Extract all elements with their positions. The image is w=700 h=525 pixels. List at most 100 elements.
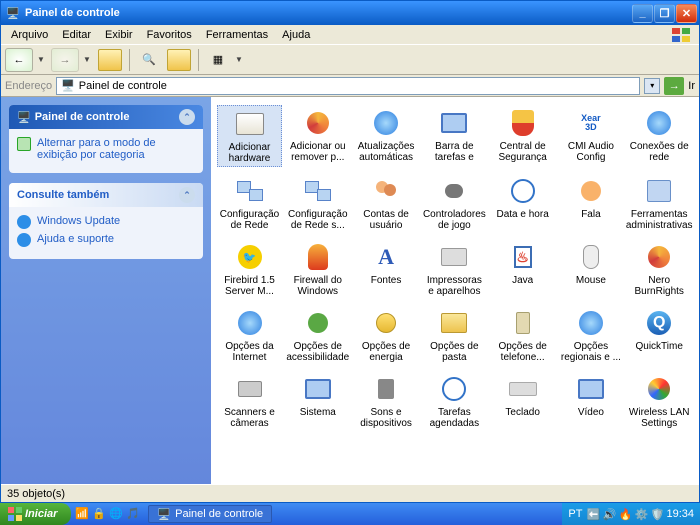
- cpl-item[interactable]: ♨Java: [490, 239, 555, 299]
- forward-button[interactable]: →: [51, 48, 79, 72]
- quick-launch: 📶 🔒 🌐 🎵: [71, 507, 144, 521]
- views-dropdown[interactable]: ▼: [235, 55, 245, 64]
- cpl-item[interactable]: Opções de energia: [354, 305, 419, 365]
- cpl-item[interactable]: Conexões de rede: [627, 105, 692, 167]
- icon-grid: Adicionar hardwareAdicionar ou remover p…: [217, 105, 693, 431]
- cpl-item[interactable]: Configuração de Rede: [217, 173, 282, 233]
- cpl-item[interactable]: Central de Segurança: [490, 105, 555, 167]
- cpl-item[interactable]: Vídeo: [558, 371, 623, 431]
- address-label: Endereço: [5, 80, 52, 92]
- cpl-item[interactable]: QQuickTime: [627, 305, 692, 365]
- menu-ferramentas[interactable]: Ferramentas: [200, 27, 274, 43]
- panel-main-header[interactable]: 🖥️Painel de controle ⌃: [9, 105, 203, 129]
- task-label: Painel de controle: [175, 508, 263, 520]
- folder-icon: [438, 307, 470, 339]
- cpl-item-label: Sons e dispositivos ...: [356, 407, 417, 429]
- back-dropdown[interactable]: ▼: [37, 55, 47, 64]
- menu-arquivo[interactable]: Arquivo: [5, 27, 54, 43]
- views-button[interactable]: ▦: [205, 47, 231, 73]
- cpl-item[interactable]: Adicionar hardware: [217, 105, 282, 167]
- panel-also-header[interactable]: Consulte também ⌃: [9, 183, 203, 207]
- cpl-item[interactable]: Xear 3DCMI Audio Config: [558, 105, 623, 167]
- cpl-item[interactable]: 🐦Firebird 1.5 Server M...: [217, 239, 282, 299]
- cd-icon: [643, 241, 675, 273]
- globe-icon: [370, 107, 402, 139]
- status-bar: 35 objeto(s): [1, 484, 699, 502]
- cpl-item-label: Configuração de Rede: [219, 209, 280, 231]
- cpl-item-label: Nero BurnRights: [629, 275, 690, 297]
- cpl-item[interactable]: Ferramentas administrativas: [627, 173, 692, 233]
- cpl-item[interactable]: Mouse: [558, 239, 623, 299]
- printer-icon: [438, 241, 470, 273]
- cpl-item[interactable]: Nero BurnRights: [627, 239, 692, 299]
- cpl-item[interactable]: Opções da Internet: [217, 305, 282, 365]
- tray-icon[interactable]: ⚙️: [634, 508, 646, 520]
- cpl-item-label: Configuração de Rede s...: [287, 209, 348, 231]
- panel-also: Consulte também ⌃ Windows Update Ajuda e…: [9, 183, 203, 259]
- cpl-item[interactable]: Contas de usuário: [354, 173, 419, 233]
- cpl-item-label: Java: [512, 275, 533, 286]
- address-input[interactable]: 🖥️ Painel de controle: [56, 77, 640, 95]
- font-icon: A: [370, 241, 402, 273]
- cpl-item[interactable]: Adicionar ou remover p...: [285, 105, 350, 167]
- cpl-item[interactable]: Data e hora: [490, 173, 555, 233]
- close-button[interactable]: ✕: [676, 4, 697, 23]
- cpl-item[interactable]: Scanners e câmeras: [217, 371, 282, 431]
- cpl-item-label: Tarefas agendadas: [424, 407, 485, 429]
- cpl-item[interactable]: Sistema: [285, 371, 350, 431]
- go-button[interactable]: →: [664, 77, 684, 95]
- menu-ajuda[interactable]: Ajuda: [276, 27, 316, 43]
- menu-favoritos[interactable]: Favoritos: [141, 27, 198, 43]
- box-icon: [234, 108, 266, 140]
- clock[interactable]: 19:34: [666, 508, 694, 520]
- cpl-item[interactable]: Teclado: [490, 371, 555, 431]
- cpl-item[interactable]: Configuração de Rede s...: [285, 173, 350, 233]
- cpl-item[interactable]: Tarefas agendadas: [422, 371, 487, 431]
- titlebar[interactable]: 🖥️ Painel de controle _ ❐ ✕: [1, 1, 699, 25]
- minimize-button[interactable]: _: [632, 4, 653, 23]
- menu-editar[interactable]: Editar: [56, 27, 97, 43]
- cpl-item[interactable]: Barra de tarefas e me...: [422, 105, 487, 167]
- cpl-item[interactable]: Firewall do Windows: [285, 239, 350, 299]
- back-button[interactable]: ←: [5, 48, 33, 72]
- taskbar-task[interactable]: 🖥️ Painel de controle: [148, 505, 272, 523]
- ql-icon[interactable]: 🌐: [109, 507, 123, 521]
- cpl-item[interactable]: Impressoras e aparelhos d...: [422, 239, 487, 299]
- collapse-icon[interactable]: ⌃: [179, 187, 195, 203]
- address-dropdown[interactable]: ▾: [644, 78, 660, 94]
- cpl-item[interactable]: Opções de acessibilidade: [285, 305, 350, 365]
- separator: [129, 49, 130, 71]
- switch-view-link[interactable]: Alternar para o modo de exibição por cat…: [17, 135, 195, 163]
- ql-icon[interactable]: 🎵: [126, 507, 140, 521]
- control-panel-icon: 🖥️: [157, 508, 171, 521]
- windows-update-link[interactable]: Windows Update: [17, 213, 195, 231]
- search-button[interactable]: 🔍: [136, 47, 162, 73]
- forward-dropdown[interactable]: ▼: [83, 55, 93, 64]
- collapse-icon[interactable]: ⌃: [179, 109, 195, 125]
- ql-icon[interactable]: 🔒: [92, 507, 106, 521]
- folders-button[interactable]: [166, 47, 192, 73]
- cpl-item[interactable]: Opções de pasta: [422, 305, 487, 365]
- cpl-item-label: Firewall do Windows: [287, 275, 348, 297]
- language-indicator[interactable]: PT: [568, 508, 582, 520]
- cpl-item[interactable]: Fala: [558, 173, 623, 233]
- tray-icon[interactable]: 🔊: [602, 508, 614, 520]
- cpl-item[interactable]: Wireless LAN Settings: [627, 371, 692, 431]
- monitor-icon: [575, 373, 607, 405]
- tray-icon[interactable]: ⬅️: [586, 508, 598, 520]
- up-button[interactable]: [97, 47, 123, 73]
- cpl-item[interactable]: Sons e dispositivos ...: [354, 371, 419, 431]
- ql-icon[interactable]: 📶: [75, 507, 89, 521]
- cpl-item[interactable]: AFontes: [354, 239, 419, 299]
- menu-exibir[interactable]: Exibir: [99, 27, 139, 43]
- tray-icon[interactable]: 🛡️: [650, 508, 662, 520]
- tray-icon[interactable]: 🔥: [618, 508, 630, 520]
- start-button[interactable]: Iniciar: [0, 503, 71, 525]
- cpl-item[interactable]: Atualizações automáticas: [354, 105, 419, 167]
- cpl-item[interactable]: Opções regionais e ...: [558, 305, 623, 365]
- q-icon: Q: [643, 307, 675, 339]
- help-support-link[interactable]: Ajuda e suporte: [17, 231, 195, 249]
- maximize-button[interactable]: ❐: [654, 4, 675, 23]
- cpl-item[interactable]: Controladores de jogo: [422, 173, 487, 233]
- cpl-item[interactable]: Opções de telefone...: [490, 305, 555, 365]
